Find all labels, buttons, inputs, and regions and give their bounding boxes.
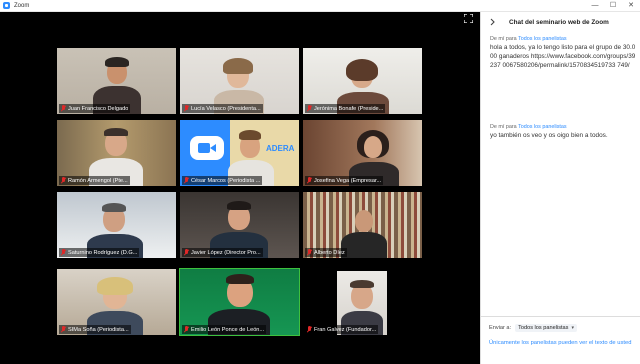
- participant-tile[interactable]: Jerónima Bonafe (Preside...: [303, 48, 422, 114]
- participant-name: Saturnino Rodríguez (D.G...: [68, 249, 138, 256]
- chat-title: Chat del seminario web de Zoom: [509, 18, 609, 26]
- collapse-panel-icon[interactable]: [489, 18, 497, 26]
- participant-tile[interactable]: Saturnino Rodríguez (D.G...: [57, 192, 176, 258]
- panelist-visibility-note: Únicamente los panelistas pueden ver el …: [489, 340, 632, 346]
- mic-muted-icon: [183, 249, 189, 256]
- title-bar: Zoom — ☐ ✕: [0, 0, 640, 12]
- participant-name: Ramón Armengol (Pte...: [68, 177, 128, 184]
- participant-tile[interactable]: Juan Francisco Delgado: [57, 48, 176, 114]
- participant-name-bar: Alberto Díez: [305, 248, 347, 257]
- message-recipient[interactable]: Todos los panelistas: [518, 36, 567, 42]
- send-to-value: Todos los panelistas: [518, 325, 569, 331]
- chat-message: De mí para Todos los panelistas hola a t…: [490, 36, 636, 70]
- zoom-app-icon: [3, 2, 10, 9]
- mic-muted-icon: [60, 105, 66, 112]
- participant-name: Alberto Díez: [314, 249, 345, 256]
- send-to-row: Enviar a: Todos los panelistas ▾: [489, 324, 577, 332]
- message-sender: De mí para: [490, 36, 517, 42]
- window-title: Zoom: [14, 2, 30, 9]
- fullscreen-icon[interactable]: [464, 14, 473, 23]
- mic-muted-icon: [306, 177, 312, 184]
- mic-muted-icon: [183, 177, 189, 184]
- participant-name-bar: Jerónima Bonafe (Preside...: [305, 104, 386, 113]
- participant-name: Javier López (Director Pro...: [191, 249, 261, 256]
- participant-name-bar: Josefina Vega (Empresar...: [305, 176, 384, 185]
- mic-muted-icon: [183, 326, 189, 333]
- mic-muted-icon: [306, 249, 312, 256]
- participant-tile[interactable]: Javier López (Director Pro...: [180, 192, 299, 258]
- participant-name-bar: Ramón Armengol (Pte...: [59, 176, 130, 185]
- participant-tile[interactable]: Ramón Armengol (Pte...: [57, 120, 176, 186]
- send-to-dropdown[interactable]: Todos los panelistas ▾: [515, 324, 577, 332]
- video-gallery: Juan Francisco Delgado Lucía Velasco (Pr…: [0, 12, 480, 364]
- participant-name-bar: Fran Galvez (Fundador...: [305, 325, 379, 334]
- message-meta: De mí para Todos los panelistas: [490, 36, 636, 42]
- chat-panel: Chat del seminario web de Zoom De mí par…: [480, 12, 640, 364]
- divider: [481, 316, 640, 317]
- participant-name-bar: Lucía Velasco (Presidenta...: [182, 104, 263, 113]
- participant-tile[interactable]: ADERA César Marcos (Periodista ...: [180, 120, 299, 186]
- participant-name: Lucía Velasco (Presidenta...: [191, 105, 261, 112]
- message-text: yo también os veo y os oigo bien a todos…: [490, 132, 608, 139]
- message-meta: De mí para Todos los panelistas: [490, 124, 636, 130]
- message-sender: De mí para: [490, 124, 517, 130]
- participant-tile-active-speaker[interactable]: Emilio León Ponce de León...: [179, 268, 300, 336]
- participant-name-bar: César Marcos (Periodista ...: [182, 176, 263, 185]
- mic-muted-icon: [60, 249, 66, 256]
- participant-name: Jerónima Bonafe (Preside...: [314, 105, 384, 112]
- participant-tile[interactable]: Fran Galvez (Fundador...: [303, 269, 422, 335]
- participant-name-bar: Juan Francisco Delgado: [59, 104, 131, 113]
- participant-tile[interactable]: Alberto Díez: [303, 192, 422, 258]
- zoom-window: Zoom — ☐ ✕ Juan Francisco Delgado Lucía …: [0, 0, 640, 364]
- chat-header: Chat del seminario web de Zoom: [481, 12, 640, 32]
- participant-name-bar: Saturnino Rodríguez (D.G...: [59, 248, 140, 257]
- message-recipient[interactable]: Todos los panelistas: [518, 124, 567, 130]
- participant-name: Fran Galvez (Fundador...: [314, 326, 377, 333]
- send-to-label: Enviar a:: [489, 325, 512, 331]
- mic-muted-icon: [60, 177, 66, 184]
- maximize-button[interactable]: ☐: [604, 0, 622, 12]
- close-button[interactable]: ✕: [622, 0, 640, 12]
- mic-muted-icon: [306, 105, 312, 112]
- participant-tile[interactable]: Lucía Velasco (Presidenta...: [180, 48, 299, 114]
- participant-name: SIMa Soña (Periodista...: [68, 326, 129, 333]
- participant-name: Juan Francisco Delgado: [68, 105, 129, 112]
- participant-name-bar: Emilio León Ponce de León...: [182, 325, 267, 334]
- participant-tile[interactable]: SIMa Soña (Periodista...: [57, 269, 176, 335]
- participant-name: César Marcos (Periodista ...: [191, 177, 261, 184]
- participant-name: Emilio León Ponce de León...: [191, 326, 265, 333]
- message-text: hola a todos, ya lo tengo listo para el …: [490, 44, 636, 69]
- participant-tile[interactable]: Josefina Vega (Empresar...: [303, 120, 422, 186]
- chat-message: De mí para Todos los panelistas yo tambi…: [490, 124, 636, 140]
- minimize-button[interactable]: —: [586, 0, 604, 12]
- mic-muted-icon: [183, 105, 189, 112]
- participant-name: Josefina Vega (Empresar...: [314, 177, 382, 184]
- mic-muted-icon: [60, 326, 66, 333]
- participant-name-bar: Javier López (Director Pro...: [182, 248, 263, 257]
- participant-name-bar: SIMa Soña (Periodista...: [59, 325, 131, 334]
- chevron-down-icon: ▾: [571, 325, 574, 331]
- mic-muted-icon: [306, 326, 312, 333]
